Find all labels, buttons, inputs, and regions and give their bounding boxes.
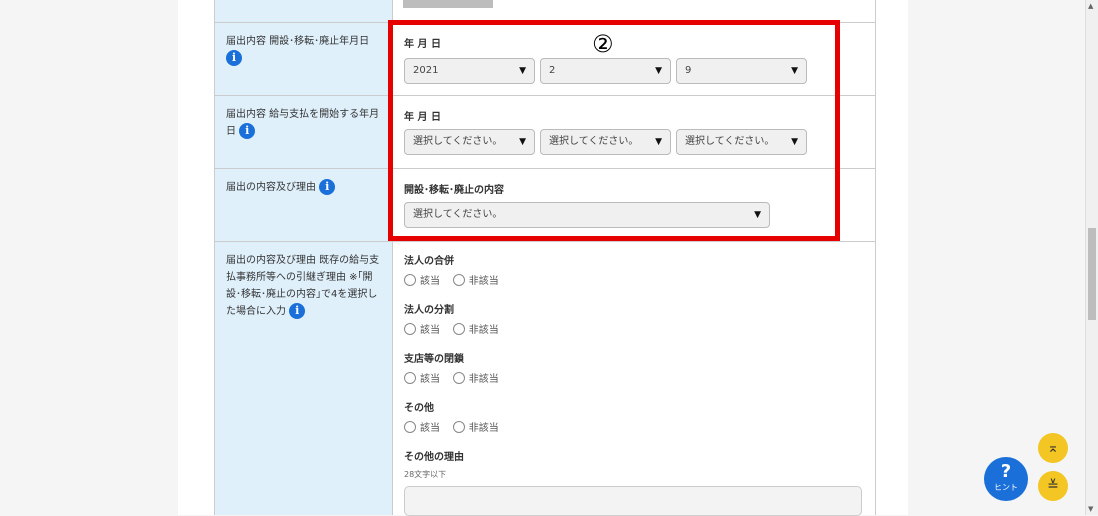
radio-circle-icon: [404, 323, 416, 335]
info-icon[interactable]: i: [289, 303, 306, 319]
chevron-down-bar-icon: ≚: [1047, 478, 1059, 494]
radio-not-applicable[interactable]: 非該当: [452, 372, 499, 385]
group-title: その他: [404, 403, 434, 414]
row-header: 届出の内容及び理由 i: [215, 169, 393, 241]
row-header: 届出の内容及び理由 既存の給与支払事務所等への引継ぎ理由 ※｢開設･移転･廃止の…: [215, 242, 393, 515]
other-reason-label: その他の理由: [404, 452, 464, 463]
radio-circle-icon: [452, 323, 465, 335]
row-header: [215, 0, 393, 22]
scroll-to-bottom-button[interactable]: ≚: [1038, 471, 1068, 501]
hint-label: ヒント: [994, 483, 1018, 492]
group-title: 支店等の閉鎖: [404, 354, 464, 365]
radio-circle-icon: [452, 274, 465, 286]
row-label: 届出の内容及び理由: [226, 182, 316, 193]
radio-circle-icon: [404, 372, 416, 384]
info-icon[interactable]: i: [226, 50, 242, 66]
scroll-up-arrow-icon[interactable]: ▲: [1088, 2, 1093, 10]
radio-applicable[interactable]: 該当: [404, 372, 440, 385]
group-title: 法人の分割: [404, 305, 454, 316]
radio-label: 非該当: [468, 423, 499, 434]
radio-label: 非該当: [468, 374, 499, 385]
radio-group-closure: 支店等の閉鎖 該当 非該当: [404, 350, 864, 399]
radio-group-other: その他 該当 非該当: [404, 399, 864, 448]
annotation-number: ②: [592, 30, 614, 58]
radio-applicable[interactable]: 該当: [404, 274, 440, 287]
row-label: 届出内容 開設･移転･廃止年月日: [226, 36, 370, 47]
group-title: 法人の合併: [404, 256, 454, 267]
other-reason-input[interactable]: [404, 486, 862, 516]
row-header: 届出内容 給与支払を開始する年月日 i: [215, 96, 393, 168]
radio-label: 該当: [420, 276, 440, 287]
scrollbar[interactable]: ▲ ▼: [1085, 0, 1098, 515]
other-reason-hint: 28文字以下: [404, 470, 447, 479]
submit-button-partial[interactable]: [403, 0, 493, 8]
radio-applicable[interactable]: 該当: [404, 323, 440, 336]
info-icon[interactable]: i: [319, 179, 336, 195]
row-header: 届出内容 開設･移転･廃止年月日 i: [215, 23, 393, 95]
table-row-succession: 届出の内容及び理由 既存の給与支払事務所等への引継ぎ理由 ※｢開設･移転･廃止の…: [215, 242, 875, 515]
radio-circle-icon: [404, 421, 416, 433]
radio-not-applicable[interactable]: 非該当: [452, 323, 499, 336]
question-icon: ?: [1000, 461, 1012, 482]
radio-label: 該当: [420, 325, 440, 336]
radio-group-merger: 法人の合併 該当 非該当: [404, 252, 864, 301]
radio-not-applicable[interactable]: 非該当: [452, 274, 499, 287]
radio-label: 非該当: [468, 276, 499, 287]
radio-circle-icon: [452, 421, 465, 433]
radio-not-applicable[interactable]: 非該当: [452, 421, 499, 434]
highlight-box: [388, 20, 840, 241]
radio-applicable[interactable]: 該当: [404, 421, 440, 434]
chevron-up-bar-icon: ⌅: [1047, 440, 1059, 456]
scrollbar-thumb[interactable]: [1088, 228, 1096, 320]
radio-label: 非該当: [468, 325, 499, 336]
radio-label: 該当: [420, 423, 440, 434]
radio-circle-icon: [404, 274, 416, 286]
radio-group-split: 法人の分割 該当 非該当: [404, 301, 864, 350]
radio-circle-icon: [452, 372, 465, 384]
row-content: [393, 0, 875, 22]
hint-button[interactable]: ? ヒント: [984, 457, 1028, 501]
info-icon[interactable]: i: [239, 123, 256, 139]
scroll-down-arrow-icon[interactable]: ▼: [1088, 505, 1093, 513]
scroll-to-top-button[interactable]: ⌅: [1038, 433, 1068, 463]
radio-label: 該当: [420, 374, 440, 385]
row-content: 法人の合併 該当 非該当 法人の分割 該当 非該当 支店等の閉鎖 該当 非該当 …: [393, 242, 875, 515]
